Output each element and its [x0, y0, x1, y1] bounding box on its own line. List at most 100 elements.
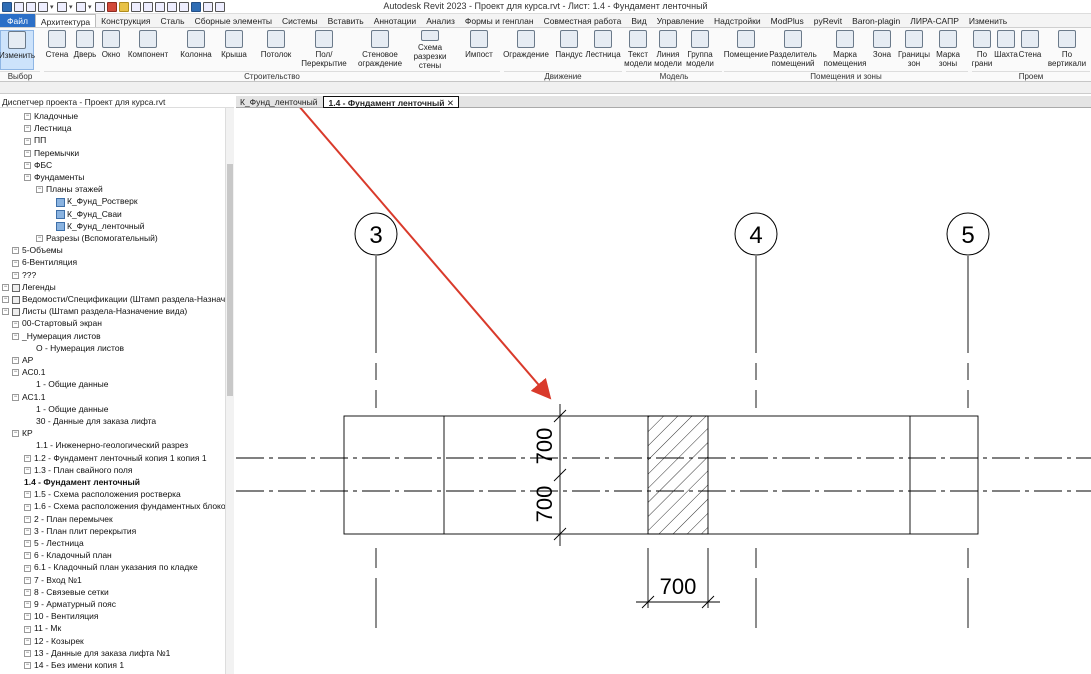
- ribbon-button-2[interactable]: Дверь: [74, 30, 96, 70]
- tree-toggle-icon[interactable]: −: [24, 125, 31, 133]
- browser-tree-item[interactable]: − Легенды: [2, 281, 56, 293]
- browser-tree-item[interactable]: 1.1 - Инженерно-геологический разрез: [36, 439, 188, 451]
- browser-tree-item[interactable]: −2 - План перемычек: [24, 513, 113, 525]
- ribbon-group-label[interactable]: Строительство: [44, 71, 500, 81]
- ribbon-tab-15[interactable]: pyRevit: [809, 14, 847, 27]
- browser-tree-item[interactable]: − Планы этажей: [36, 183, 103, 195]
- ribbon-tab-16[interactable]: Baron-plagin: [847, 14, 905, 27]
- tree-toggle-icon[interactable]: −: [24, 528, 31, 536]
- ribbon-tab-11[interactable]: Вид: [626, 14, 651, 27]
- ribbon-tab-3[interactable]: Сталь: [156, 14, 190, 27]
- tree-toggle-icon[interactable]: −: [24, 564, 31, 572]
- ribbon-button-16[interactable]: Линия модели: [654, 30, 682, 70]
- dimension-text-horizontal[interactable]: 700: [660, 574, 697, 599]
- browser-tree-item[interactable]: − Перемычки: [24, 147, 79, 159]
- ribbon-tab-4[interactable]: Сборные элементы: [190, 14, 277, 27]
- tree-toggle-icon[interactable]: −: [24, 576, 31, 584]
- ribbon-button-15[interactable]: Текст модели: [624, 30, 652, 70]
- document-tab-0[interactable]: К_Фунд_ленточный: [236, 96, 321, 108]
- ribbon-tab-12[interactable]: Управление: [652, 14, 709, 27]
- browser-tree-item[interactable]: − Лестница: [24, 122, 72, 134]
- browser-tree-item[interactable]: −1.3 - План свайного поля: [24, 464, 133, 476]
- browser-tree-item[interactable]: − АР: [12, 354, 33, 366]
- browser-tree-item[interactable]: − АС0.1: [12, 366, 45, 378]
- ribbon-tab-10[interactable]: Совместная работа: [539, 14, 627, 27]
- browser-tree-item[interactable]: − Кладочные: [24, 110, 78, 122]
- browser-tree-item[interactable]: −6-Вентиляция: [12, 256, 77, 268]
- ribbon-button-3[interactable]: Окно: [99, 30, 123, 70]
- ribbon-group-label[interactable]: Движение: [504, 71, 622, 81]
- browser-tree-item[interactable]: 1 - Общие данные: [36, 378, 109, 390]
- browser-tree-item[interactable]: −5 - Лестница: [24, 537, 84, 549]
- tree-toggle-icon[interactable]: −: [12, 271, 19, 279]
- browser-tree-item[interactable]: − АС1.1: [12, 391, 45, 403]
- ribbon-group-label[interactable]: Модель: [626, 71, 722, 81]
- browser-tree-item[interactable]: − Листы (Штамп раздела-Назначение вида): [2, 305, 187, 317]
- ribbon-button-21[interactable]: Зона: [872, 30, 892, 70]
- close-tab-icon[interactable]: ✕: [445, 98, 454, 108]
- dimension-text-lower[interactable]: 700: [532, 486, 557, 523]
- ribbon-tab-8[interactable]: Анализ: [421, 14, 460, 27]
- browser-tree-item[interactable]: −12 - Козырек: [24, 635, 84, 647]
- ribbon-button-12[interactable]: Ограждение: [503, 30, 549, 70]
- ribbon-button-13[interactable]: Пандус: [554, 30, 584, 70]
- ribbon-button-22[interactable]: Границы зон: [898, 30, 930, 70]
- ribbon-button-10[interactable]: Схема разрезки стены: [404, 30, 456, 70]
- tree-toggle-icon[interactable]: −: [24, 589, 31, 597]
- browser-tree-item[interactable]: 1 - Общие данные: [36, 403, 109, 415]
- browser-tree-item[interactable]: −6.1 - Кладочный план указания по кладке: [24, 561, 198, 573]
- browser-tree-item[interactable]: О - Нумерация листов: [36, 342, 124, 354]
- ribbon-button-19[interactable]: Разделитель помещений: [768, 30, 818, 70]
- wall-hatched-section[interactable]: [647, 415, 709, 535]
- tree-toggle-icon[interactable]: −: [24, 503, 31, 511]
- ribbon-button-8[interactable]: Пол/Перекрытие: [294, 30, 354, 70]
- tree-toggle-icon[interactable]: −: [24, 540, 31, 548]
- ribbon-tab-1[interactable]: Архитектура: [34, 14, 97, 27]
- browser-tree-item[interactable]: −9 - Арматурный пояс: [24, 598, 116, 610]
- document-tab-1[interactable]: 1.4 - Фундамент ленточный ✕: [323, 96, 459, 108]
- tree-toggle-icon[interactable]: −: [24, 113, 31, 121]
- browser-tree-item[interactable]: − _Нумерация листов: [12, 330, 101, 342]
- ribbon-button-20[interactable]: Марка помещения: [820, 30, 870, 70]
- tree-toggle-icon[interactable]: −: [24, 552, 31, 560]
- tree-toggle-icon[interactable]: −: [24, 467, 31, 475]
- ribbon-tab-6[interactable]: Вставить: [323, 14, 369, 27]
- ribbon-tab-17[interactable]: ЛИРА-САПР: [905, 14, 964, 27]
- tree-toggle-icon[interactable]: −: [24, 613, 31, 621]
- tree-toggle-icon[interactable]: −: [2, 284, 9, 292]
- ribbon-tab-13[interactable]: Надстройки: [709, 14, 766, 27]
- tree-toggle-icon[interactable]: −: [24, 650, 31, 658]
- browser-tree-item[interactable]: −8 - Связевые сетки: [24, 586, 109, 598]
- ribbon-button-23[interactable]: Марка зоны: [934, 30, 962, 70]
- browser-tree-item[interactable]: −14 - Без имени копия 1: [24, 659, 124, 671]
- tree-toggle-icon[interactable]: −: [24, 174, 31, 182]
- tree-toggle-icon[interactable]: −: [12, 247, 19, 255]
- browser-tree-item[interactable]: −1.2 - Фундамент ленточный копия 1 копия…: [24, 452, 207, 464]
- tree-toggle-icon[interactable]: −: [24, 491, 31, 499]
- tree-toggle-icon[interactable]: −: [24, 662, 31, 670]
- tree-toggle-icon[interactable]: −: [24, 162, 31, 170]
- tree-toggle-icon[interactable]: −: [12, 332, 19, 340]
- tree-toggle-icon[interactable]: −: [12, 393, 19, 401]
- browser-tree-item[interactable]: −5-Объемы: [12, 244, 63, 256]
- browser-tree-item[interactable]: − Фундаменты: [24, 171, 84, 183]
- browser-tree-item[interactable]: −11 - Мк: [24, 622, 61, 634]
- ribbon-tab-2[interactable]: Конструкция: [96, 14, 155, 27]
- tree-toggle-icon[interactable]: −: [24, 515, 31, 523]
- browser-tree-item[interactable]: К_Фунд_Сваи: [56, 208, 122, 220]
- browser-scrollbar[interactable]: [225, 108, 234, 674]
- tree-toggle-icon[interactable]: −: [24, 149, 31, 157]
- browser-tree-item[interactable]: 1.4 - Фундамент ленточный: [24, 476, 140, 488]
- ribbon-tab-14[interactable]: ModPlus: [766, 14, 809, 27]
- tree-toggle-icon[interactable]: −: [24, 637, 31, 645]
- ribbon-button-4[interactable]: Компонент: [126, 30, 170, 70]
- dimension-text-upper[interactable]: 700: [532, 428, 557, 465]
- ribbon-button-24[interactable]: По грани: [972, 30, 992, 70]
- ribbon-button-25[interactable]: Шахта: [994, 30, 1018, 70]
- tree-toggle-icon[interactable]: −: [2, 308, 9, 316]
- tree-toggle-icon[interactable]: −: [12, 259, 19, 267]
- ribbon-button-14[interactable]: Лестница: [585, 30, 621, 70]
- ribbon-group-label[interactable]: Выбор: [0, 71, 40, 81]
- browser-tree-item[interactable]: −00-Стартовый экран: [12, 317, 102, 329]
- browser-tree-item[interactable]: −3 - План плит перекрытия: [24, 525, 136, 537]
